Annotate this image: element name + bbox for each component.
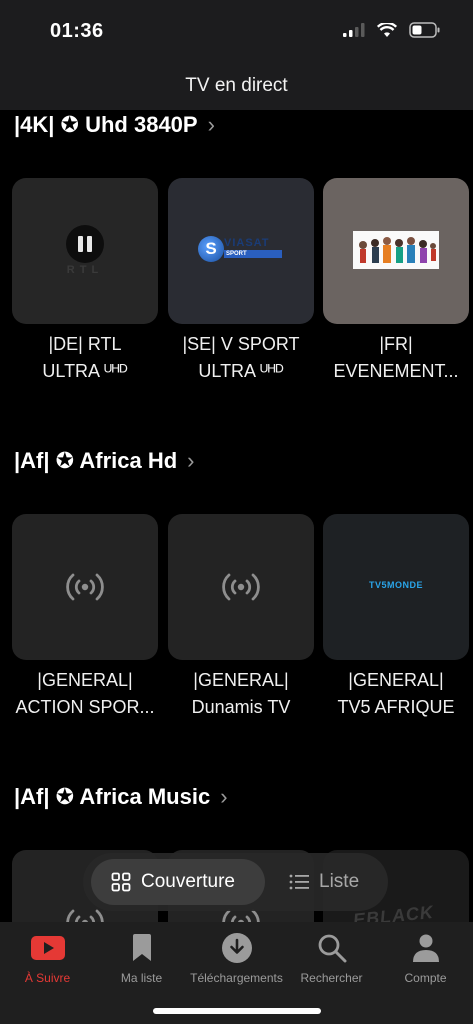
tv5monde-logo: TV5MONDE	[368, 580, 423, 590]
tab-ma-liste[interactable]: Ma liste	[94, 932, 189, 985]
chevron-right-icon: ›	[220, 784, 228, 809]
channel-logo-rtl: RTL	[66, 264, 104, 276]
status-icons	[343, 22, 441, 38]
channel-card-vsport[interactable]: S VIASAT SPORT	[168, 178, 314, 324]
nav-bar: TV en direct	[0, 62, 473, 110]
broadcast-icon	[222, 573, 260, 601]
channel-card-dunamis[interactable]	[168, 514, 314, 660]
event-thumbnail	[353, 231, 439, 269]
view-toggle: Couverture Liste	[83, 853, 388, 911]
viasat-s-icon: S	[198, 236, 224, 262]
page-title: TV en direct	[185, 75, 288, 96]
channel-card-fr-evenement[interactable]	[323, 178, 469, 324]
list-view-button[interactable]: Liste	[269, 859, 383, 905]
channel-label: |FR| EVENEMENT...	[333, 334, 459, 381]
channel-card-tv5[interactable]: TV5MONDE	[323, 514, 469, 660]
cellular-signal-icon	[343, 23, 365, 37]
section-title: |Af| ✪ Africa Music	[14, 784, 211, 809]
chevron-right-icon: ›	[187, 448, 195, 473]
athletes-image-icon	[353, 231, 439, 269]
chevron-right-icon: ›	[207, 112, 215, 137]
wifi-icon	[377, 22, 397, 37]
cover-view-button[interactable]: Couverture	[91, 859, 265, 905]
channel-label: |GENERAL| ACTION SPOR...	[15, 670, 155, 717]
person-icon	[412, 934, 439, 962]
section-header-africa-hd[interactable]: |Af| ✪ Africa Hd ›	[14, 448, 195, 474]
tab-telechargements[interactable]: Téléchargements	[189, 932, 284, 985]
channel-card-rtl[interactable]: RTL	[12, 178, 158, 324]
bookmark-icon	[132, 934, 151, 961]
channel-label: |GENERAL| TV5 AFRIQUE	[337, 670, 455, 717]
tab-rechercher[interactable]: Rechercher	[284, 932, 379, 985]
section-header-africa-music[interactable]: |Af| ✪ Africa Music ›	[14, 784, 228, 810]
channel-label: |DE| RTL ULTRA ᵁᴴᴰ	[42, 334, 128, 381]
download-icon	[221, 933, 252, 963]
tab-compte[interactable]: Compte	[378, 932, 473, 985]
section-header-uhd[interactable]: |4K| ✪ Uhd 3840P ›	[14, 112, 215, 138]
section-title: |Af| ✪ Africa Hd	[14, 448, 178, 473]
status-bar: 01:36	[0, 0, 473, 62]
search-icon	[318, 934, 346, 963]
channel-list[interactable]: |4K| ✪ Uhd 3840P › RTL |DE| RTL ULTRA ᵁᴴ…	[0, 110, 473, 922]
tab-a-suivre[interactable]: À Suivre	[0, 932, 95, 985]
channel-card-action-sport[interactable]	[12, 514, 158, 660]
channel-label: |SE| V SPORT ULTRA ᵁᴴᴰ	[182, 334, 300, 381]
home-indicator[interactable]	[153, 1008, 321, 1014]
section-title: |4K| ✪ Uhd 3840P	[14, 112, 198, 137]
channel-label: |GENERAL| Dunamis TV	[191, 670, 291, 717]
grid-icon	[111, 872, 131, 892]
status-time: 01:36	[50, 20, 104, 42]
list-icon	[289, 874, 309, 890]
battery-icon	[409, 22, 440, 38]
pause-icon[interactable]	[66, 225, 104, 263]
broadcast-icon	[66, 573, 104, 601]
viasat-sport-logo: S VIASAT SPORT	[198, 236, 288, 264]
play-icon	[30, 936, 65, 960]
